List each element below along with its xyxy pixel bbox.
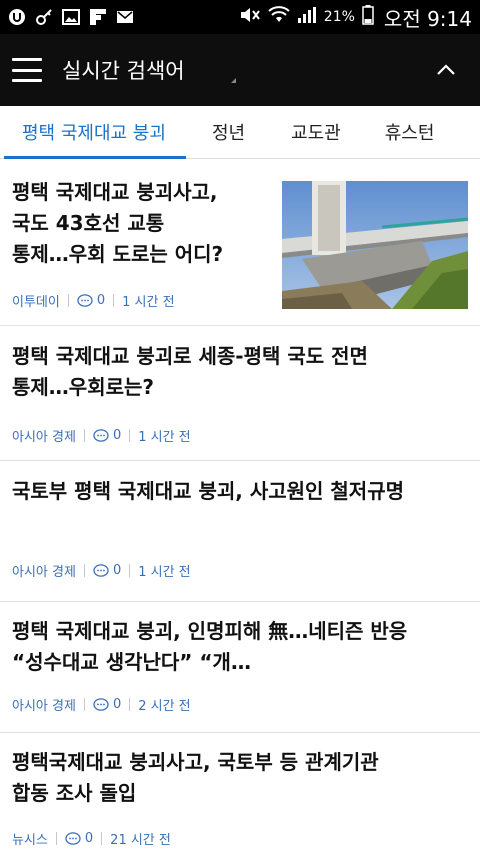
image-icon: [62, 8, 80, 26]
battery-icon: [362, 5, 374, 29]
article-title-line: 통제…우회로는?: [12, 375, 155, 399]
divider: [83, 429, 85, 442]
comment-icon: [93, 428, 109, 442]
tab-keyword-1[interactable]: 평택 국제대교 붕괴: [4, 106, 186, 159]
signal-icon: [297, 6, 317, 28]
list-item[interactable]: 평택 국제대교 붕괴사고, 국도 43호선 교통 통제…우회 도로는 어디? 이…: [0, 159, 480, 326]
article-thumbnail[interactable]: [282, 181, 468, 309]
article-list: 평택 국제대교 붕괴사고, 국도 43호선 교통 통제…우회 도로는 어디? 이…: [0, 159, 480, 857]
divider: [101, 832, 103, 845]
article-source: 아시아 경제: [12, 565, 76, 580]
tab-keyword-3[interactable]: 교도관: [291, 106, 341, 158]
article-title[interactable]: 평택국제대교 붕괴사고, 국토부 등 관계기관 합동 조사 돌입: [0, 733, 480, 809]
divider: [113, 294, 115, 307]
keyword-tabs: 평택 국제대교 붕괴 정년 교도관 휴스턴: [0, 106, 480, 159]
article-source: 뉴시스: [12, 833, 48, 848]
divider: [129, 429, 131, 442]
article-meta: 아시아 경제 0 2 시간 전: [12, 695, 191, 714]
article-time: 1 시간 전: [122, 295, 175, 310]
article-source: 이투데이: [12, 295, 60, 310]
flipboard-icon: [89, 8, 107, 26]
article-time: 1 시간 전: [138, 430, 191, 445]
notification-icons: [8, 8, 143, 26]
divider: [67, 294, 69, 307]
comment-icon: [77, 293, 93, 307]
tab-keyword-4[interactable]: 휴스턴: [385, 106, 435, 158]
chevron-up-icon[interactable]: [434, 58, 458, 82]
divider: [83, 698, 85, 711]
menu-icon[interactable]: [12, 58, 42, 82]
article-time: 21 시간 전: [110, 833, 171, 848]
article-source: 아시아 경제: [12, 699, 76, 714]
system-indicators: 21% 오전 9:14: [232, 3, 472, 32]
mute-icon: [239, 6, 261, 28]
app-bar: 실시간 검색어: [0, 34, 480, 106]
article-title[interactable]: 평택 국제대교 붕괴로 세종-평택 국도 전면 통제…우회로는?: [0, 326, 480, 403]
comment-icon: [65, 831, 81, 845]
article-title[interactable]: 평택 국제대교 붕괴, 인명피해 無…네티즌 반응 “성수대교 생각난다” “개…: [0, 602, 480, 678]
app-key-icon: [35, 8, 53, 26]
comment-count: 0: [96, 293, 106, 308]
article-title-line: 평택국제대교 붕괴사고, 국토부 등 관계기관: [12, 750, 379, 774]
comment-count: 0: [112, 563, 122, 578]
list-item[interactable]: 국토부 평택 국제대교 붕괴, 사고원인 철저규명 아시아 경제 0 1 시간 …: [0, 461, 480, 602]
article-time: 1 시간 전: [138, 565, 191, 580]
article-meta: 아시아 경제 0 1 시간 전: [12, 561, 191, 580]
comment-count: 0: [112, 697, 122, 712]
article-title-line: 국토부 평택 국제대교 붕괴, 사고원인 철저규명: [12, 479, 405, 503]
dropdown-corner-indicator: [230, 77, 236, 83]
article-title-line: 합동 조사 돌입: [12, 781, 137, 805]
article-source: 아시아 경제: [12, 430, 76, 445]
divider: [129, 698, 131, 711]
article-title-line: “성수대교 생각난다” “개…: [12, 650, 251, 674]
divider: [55, 832, 57, 845]
battery-percent: 21%: [323, 9, 355, 25]
tab-keyword-2[interactable]: 정년: [212, 106, 245, 158]
comment-icon: [93, 563, 109, 577]
article-meta: 뉴시스 0 21 시간 전: [12, 829, 171, 848]
article-title-line: 평택 국제대교 붕괴, 인명피해 無…네티즌 반응: [12, 619, 408, 643]
list-item[interactable]: 평택 국제대교 붕괴로 세종-평택 국도 전면 통제…우회로는? 아시아 경제 …: [0, 326, 480, 461]
mail-icon: [116, 8, 134, 26]
article-title[interactable]: 국토부 평택 국제대교 붕괴, 사고원인 철저규명: [0, 461, 480, 507]
article-meta: 아시아 경제 0 1 시간 전: [12, 426, 191, 445]
wifi-icon: [268, 6, 290, 28]
article-title-line: 평택 국제대교 붕괴로 세종-평택 국도 전면: [12, 344, 368, 368]
status-bar: 21% 오전 9:14: [0, 0, 480, 34]
comment-icon: [93, 697, 109, 711]
article-time: 2 시간 전: [138, 699, 191, 714]
divider: [129, 564, 131, 577]
article-meta: 이투데이 0 1 시간 전: [12, 291, 175, 310]
comment-count: 0: [112, 428, 122, 443]
list-item[interactable]: 평택국제대교 붕괴사고, 국토부 등 관계기관 합동 조사 돌입 뉴시스 0 2…: [0, 733, 480, 857]
clock: 오전 9:14: [383, 6, 472, 31]
page-title: 실시간 검색어: [62, 59, 185, 83]
list-item[interactable]: 평택 국제대교 붕괴, 인명피해 無…네티즌 반응 “성수대교 생각난다” “개…: [0, 602, 480, 733]
divider: [83, 564, 85, 577]
comment-count: 0: [84, 831, 94, 846]
app-u-icon: [8, 8, 26, 26]
